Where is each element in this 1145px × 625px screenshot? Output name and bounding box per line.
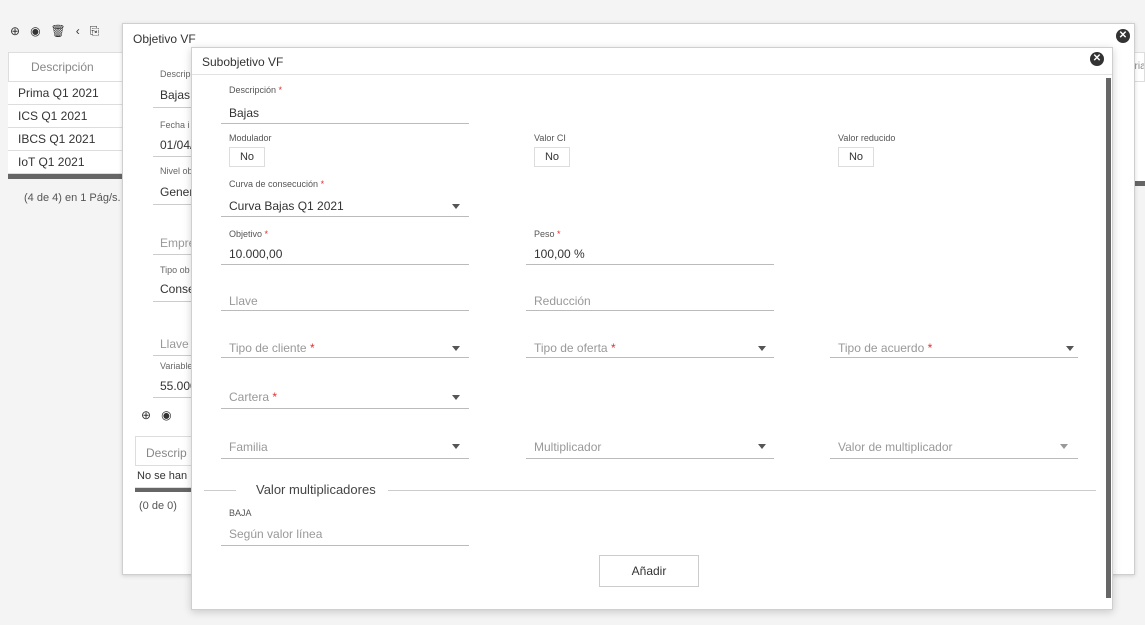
peso-label: Peso *	[534, 229, 561, 239]
field-underline	[221, 545, 469, 546]
llave-input[interactable]: Llave	[229, 294, 258, 308]
outer-subtoolbar: ⊕ ◉	[141, 408, 172, 422]
chevron-down-icon[interactable]	[452, 346, 460, 351]
field-underline	[221, 123, 469, 124]
field-underline	[221, 310, 469, 311]
subobjetivo-dialog: Subobjetivo VF ✕ Descripción * Bajas Mod…	[191, 47, 1113, 610]
field-underline	[526, 310, 774, 311]
field-underline	[830, 458, 1078, 459]
header-divider	[192, 74, 1112, 75]
valor-ci-label: Valor CI	[534, 133, 566, 143]
descripcion-input[interactable]: Bajas	[229, 106, 259, 120]
objetivo-dialog-title: Objetivo VF	[133, 32, 196, 46]
sub-table-scrollbar[interactable]	[135, 488, 195, 492]
field-underline	[221, 357, 469, 358]
outer-field-label: Fecha i	[160, 120, 190, 130]
valor-reducido-label: Valor reducido	[838, 133, 896, 143]
tipo-acuerdo-select[interactable]: Tipo de acuerdo *	[838, 341, 932, 355]
close-icon[interactable]: ✕	[1090, 52, 1104, 66]
cartera-select[interactable]: Cartera *	[229, 390, 277, 404]
delete-icon[interactable]: 🗑︎	[51, 24, 66, 39]
baja-label: BAJA	[229, 508, 252, 518]
valor-multiplicador-select[interactable]: Valor de multiplicador	[838, 440, 953, 454]
close-icon[interactable]: ✕	[1116, 29, 1130, 43]
baja-input[interactable]: Según valor línea	[229, 527, 322, 541]
valor-ci-toggle[interactable]: No	[534, 147, 570, 167]
multiplicador-select[interactable]: Multiplicador	[534, 440, 601, 454]
field-underline	[221, 216, 469, 217]
objetivo-label: Objetivo *	[229, 229, 269, 239]
field-underline	[526, 458, 774, 459]
section-divider	[204, 490, 236, 491]
outer-field-value[interactable]: Bajas	[160, 88, 190, 102]
peso-input[interactable]: 100,00 %	[534, 247, 585, 261]
table-header[interactable]: Descripción	[8, 52, 128, 82]
chevron-down-icon[interactable]	[452, 444, 460, 449]
add-button[interactable]: Añadir	[599, 555, 699, 587]
add-icon[interactable]: ⊕	[10, 24, 20, 39]
chevron-down-icon[interactable]	[452, 395, 460, 400]
modulador-label: Modulador	[229, 133, 272, 143]
tipo-cliente-select[interactable]: Tipo de cliente *	[229, 341, 315, 355]
field-underline	[526, 357, 774, 358]
outer-field-label: Descrip	[160, 69, 191, 79]
outer-field-value[interactable]: 01/04/	[160, 138, 193, 152]
chevron-down-icon[interactable]	[758, 444, 766, 449]
modulador-toggle[interactable]: No	[229, 147, 265, 167]
familia-select[interactable]: Familia	[229, 440, 268, 454]
table-row[interactable]: ICS Q1 2021	[8, 105, 128, 128]
copy-icon[interactable]: ⎘	[90, 24, 100, 39]
sub-table-empty: No se han	[135, 466, 195, 488]
view-icon[interactable]: ◉	[161, 408, 171, 422]
sub-pager: (0 de 0)	[139, 500, 177, 512]
curva-label: Curva de consecución *	[229, 179, 325, 189]
reduccion-input[interactable]: Reducción	[534, 294, 591, 308]
field-underline	[526, 264, 774, 265]
valor-reducido-toggle[interactable]: No	[838, 147, 874, 167]
chevron-down-icon[interactable]	[758, 346, 766, 351]
outer-field-value[interactable]: Conse	[160, 282, 195, 296]
share-icon[interactable]: ‹	[76, 24, 80, 39]
background-toolbar: ⊕ ◉ 🗑︎ ‹ ⎘	[10, 24, 99, 39]
outer-field-label: Tipo ob	[160, 265, 190, 275]
add-icon[interactable]: ⊕	[141, 408, 151, 422]
subobjetivo-dialog-title: Subobjetivo VF	[202, 55, 284, 69]
field-underline	[221, 458, 469, 459]
view-icon[interactable]: ◉	[30, 24, 40, 39]
section-title: Valor multiplicadores	[256, 482, 376, 497]
table-row[interactable]: IBCS Q1 2021	[8, 128, 128, 151]
background-table: Descripción Prima Q1 2021 ICS Q1 2021 IB…	[8, 52, 128, 179]
background-pager: (4 de 4) en 1 Pág/s.	[24, 192, 121, 204]
field-underline	[221, 408, 469, 409]
sub-table-header[interactable]: Descrip	[135, 436, 195, 466]
section-divider	[388, 490, 1096, 491]
field-underline	[221, 264, 469, 265]
table-row[interactable]: IoT Q1 2021	[8, 151, 128, 174]
dialog-scrollbar[interactable]	[1106, 78, 1111, 598]
tipo-oferta-select[interactable]: Tipo de oferta *	[534, 341, 616, 355]
table-row[interactable]: Prima Q1 2021	[8, 82, 128, 105]
chevron-down-icon[interactable]	[452, 204, 460, 209]
chevron-down-icon[interactable]	[1060, 444, 1068, 449]
chevron-down-icon[interactable]	[1066, 346, 1074, 351]
curva-select[interactable]: Curva Bajas Q1 2021	[229, 199, 344, 213]
field-underline	[830, 357, 1078, 358]
outer-field-label: Nivel ob	[160, 166, 193, 176]
descripcion-label: Descripción *	[229, 85, 283, 95]
outer-field-label: Variable	[160, 361, 193, 371]
table-scrollbar[interactable]	[8, 174, 128, 179]
objetivo-input[interactable]: 10.000,00	[229, 247, 282, 261]
